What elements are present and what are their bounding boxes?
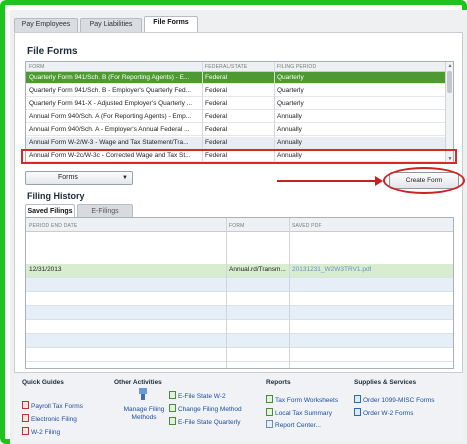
tab-file-forms[interactable]: File Forms (144, 16, 198, 32)
form-icon (169, 404, 176, 412)
scroll-thumb[interactable] (447, 71, 452, 93)
form-period: Quarterly (277, 100, 304, 107)
manage-filing-methods-link[interactable]: Manage Filing Methods (119, 406, 169, 422)
column-header-form[interactable]: FORM (29, 64, 45, 70)
file-forms-title: File Forms (27, 46, 78, 57)
order-1099-misc-forms-link[interactable]: Order 1099-MISC Forms (354, 395, 435, 404)
form-period: Quarterly (277, 87, 304, 94)
e-file-state-quarterly-link[interactable]: E-File State Quarterly (169, 417, 241, 426)
filing-row (26, 334, 453, 348)
change-filing-method-link[interactable]: Change Filing Method (169, 404, 242, 413)
filing-methods-icon (138, 387, 148, 403)
forms-table-row[interactable]: Quarterly Form 941/Sch. B - Employer's Q… (26, 85, 446, 97)
forms-table-row[interactable]: Quarterly Form 941/Sch. B (For Reporting… (26, 72, 446, 84)
order-icon (354, 408, 361, 416)
filing-row (26, 306, 453, 320)
column-header-filing-period[interactable]: FILING PERIOD (277, 64, 316, 70)
period-end-date: 12/31/2013 (29, 266, 62, 273)
order-w2-forms-link[interactable]: Order W-2 Forms (354, 408, 413, 417)
form-name: Quarterly Form 941/Sch. B - Employer's Q… (29, 87, 191, 94)
local-tax-summary-link[interactable]: Local Tax Summary (266, 408, 332, 417)
report-center-link[interactable]: Report Center... (266, 420, 321, 429)
tax-form-worksheets-link[interactable]: Tax Form Worksheets (266, 395, 338, 404)
filing-row (26, 292, 453, 306)
quick-guides-title: Quick Guides (22, 379, 64, 386)
column-header-period-end-date[interactable]: PERIOD END DATE (29, 223, 77, 229)
forms-table-scrollbar[interactable]: ▲ ▼ (445, 62, 453, 163)
column-header-form[interactable]: FORM (229, 223, 245, 229)
highlight-oval (383, 167, 465, 194)
forms-dropdown-label: Forms (58, 174, 78, 181)
filing-form: Annual.rd/Transm... (229, 266, 286, 273)
forms-table-row[interactable]: Quarterly Form 941-X - Adjusted Employer… (26, 98, 446, 110)
highlight-box (21, 149, 457, 164)
forms-table-header: FORM FEDERAL/STATE FILING PERIOD (26, 62, 446, 72)
column-header-saved-pdf[interactable]: SAVED PDF (292, 223, 322, 229)
report-center-icon (266, 420, 273, 428)
file-forms-panel: File Forms FORM FEDERAL/STATE FILING PER… (14, 32, 465, 377)
form-period: Annually (277, 126, 302, 133)
supplies-services-title: Supplies & Services (354, 379, 417, 386)
form-name: Annual Form 940/Sch. A - Employer's Annu… (29, 126, 190, 133)
column-header-federal-state[interactable]: FEDERAL/STATE (205, 64, 247, 70)
tab-saved-filings[interactable]: Saved Filings (25, 204, 75, 217)
report-icon (266, 395, 273, 403)
w2-filing-link[interactable]: W-2 Filing (22, 427, 60, 436)
column-divider (226, 218, 227, 368)
form-jurisdiction: Federal (205, 113, 228, 120)
form-name: Quarterly Form 941-X - Adjusted Employer… (29, 100, 193, 107)
pdf-icon (22, 401, 29, 409)
form-name: Quarterly Form 941/Sch. B (For Reporting… (29, 74, 190, 81)
chevron-down-icon: ▼ (122, 175, 128, 181)
filing-row (26, 278, 453, 292)
payroll-center: Pay Employees Pay Liabilities File Forms… (10, 10, 467, 444)
filing-row (26, 348, 453, 362)
pdf-icon (22, 427, 29, 435)
filings-table-header: PERIOD END DATE FORM SAVED PDF (26, 218, 453, 232)
forms-table-row[interactable]: Annual Form W-2/W-3 - Wage and Tax State… (26, 137, 446, 149)
tab-pay-employees[interactable]: Pay Employees (14, 18, 78, 32)
scroll-up-icon[interactable]: ▲ (446, 62, 453, 70)
form-icon (169, 417, 176, 425)
tab-e-filings[interactable]: E-Filings (77, 204, 133, 217)
reports-title: Reports (266, 379, 291, 386)
filings-table: PERIOD END DATE FORM SAVED PDF 12/31/201… (25, 217, 454, 369)
form-jurisdiction: Federal (205, 126, 228, 133)
pdf-icon (22, 414, 29, 422)
column-divider (289, 218, 290, 368)
app-frame: Pay Employees Pay Liabilities File Forms… (0, 0, 467, 444)
arrow-head-icon (375, 176, 383, 186)
filing-row (26, 320, 453, 334)
report-icon (266, 408, 273, 416)
order-icon (354, 395, 361, 403)
form-jurisdiction: Federal (205, 87, 228, 94)
form-period: Annually (277, 113, 302, 120)
forms-table-row[interactable]: Annual Form 940/Sch. A (For Reporting Ag… (26, 111, 446, 123)
filing-row[interactable]: 12/31/2013 Annual.rd/Transm... 20131231_… (26, 264, 453, 278)
saved-pdf-link[interactable]: 20131231_W2W3TRV1.pdf (292, 266, 371, 273)
annotation-arrow (277, 180, 377, 182)
form-icon (169, 391, 176, 399)
electronic-filing-link[interactable]: Electronic Filing (22, 414, 77, 423)
other-activities-title: Other Activities (114, 379, 162, 386)
bottom-links-panel: Quick Guides Payroll Tax Forms Electroni… (14, 372, 463, 442)
form-period: Quarterly (277, 74, 304, 81)
form-name: Annual Form 940/Sch. A (For Reporting Ag… (29, 113, 192, 120)
form-jurisdiction: Federal (205, 100, 228, 107)
form-jurisdiction: Federal (205, 139, 228, 146)
form-name: Annual Form W-2/W-3 - Wage and Tax State… (29, 139, 189, 146)
form-jurisdiction: Federal (205, 74, 228, 81)
payroll-tax-forms-link[interactable]: Payroll Tax Forms (22, 401, 83, 410)
forms-dropdown[interactable]: Forms ▼ (25, 171, 133, 185)
forms-table-row[interactable]: Annual Form 940/Sch. A - Employer's Annu… (26, 124, 446, 136)
e-file-state-w2-link[interactable]: E-File State W-2 (169, 391, 226, 400)
filing-history-title: Filing History (27, 191, 85, 201)
tab-pay-liabilities[interactable]: Pay Liabilities (80, 18, 142, 32)
form-period: Annually (277, 139, 302, 146)
